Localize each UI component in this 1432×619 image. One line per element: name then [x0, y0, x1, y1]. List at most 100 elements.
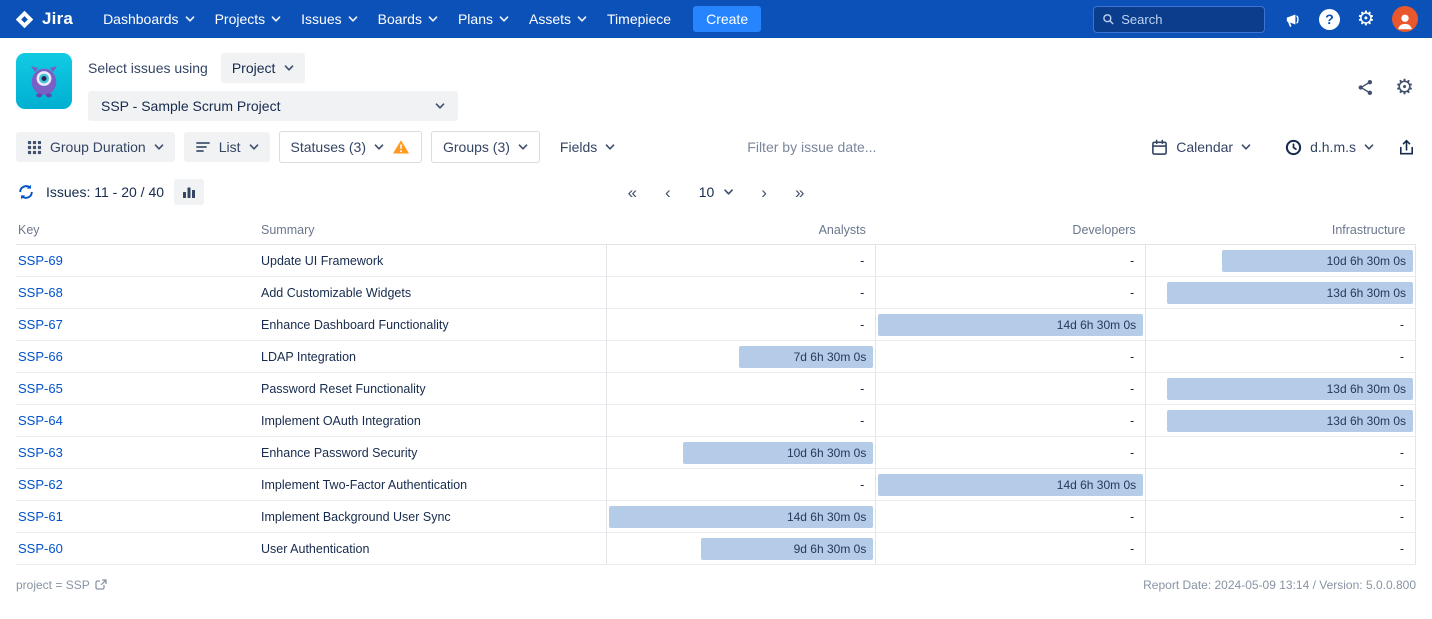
- nav-item-boards[interactable]: Boards: [368, 0, 448, 38]
- export-icon[interactable]: [1397, 138, 1416, 157]
- list-view-label: List: [219, 139, 241, 155]
- create-button[interactable]: Create: [693, 6, 761, 32]
- search-input[interactable]: [1121, 12, 1256, 27]
- empty-duration: -: [609, 286, 874, 300]
- calendar-button[interactable]: Calendar: [1140, 132, 1262, 163]
- nav-item-label: Dashboards: [103, 11, 179, 27]
- next-page-button[interactable]: ›: [761, 184, 767, 201]
- chevron-down-icon: [154, 144, 164, 151]
- brand-text: Jira: [42, 9, 73, 29]
- duration-cell-infrastructure: -: [1146, 501, 1416, 533]
- share-icon[interactable]: [1356, 78, 1375, 97]
- chevron-down-icon: [271, 16, 281, 23]
- nav-item-label: Issues: [301, 11, 341, 27]
- bar-chart-toggle-button[interactable]: [174, 179, 204, 205]
- column-header-developers[interactable]: Developers: [876, 217, 1146, 245]
- search-box[interactable]: [1093, 6, 1265, 33]
- settings-gear-icon[interactable]: ⚙: [1354, 7, 1378, 31]
- issue-key-link[interactable]: SSP-61: [18, 509, 63, 524]
- groups-filter-button[interactable]: Groups (3): [431, 131, 540, 163]
- nav-item-projects[interactable]: Projects: [205, 0, 292, 38]
- duration-bar: 10d 6h 30m 0s: [1222, 250, 1413, 272]
- group-duration-button[interactable]: Group Duration: [16, 132, 175, 162]
- issue-key-link[interactable]: SSP-66: [18, 349, 63, 364]
- pager-row: Issues: 11 - 20 / 40 « ‹ 10 › »: [0, 163, 1432, 207]
- duration-cell-infrastructure: -: [1146, 469, 1416, 501]
- duration-cell-analysts: -: [606, 277, 876, 309]
- chevron-down-icon: [1364, 144, 1374, 151]
- duration-cell-developers: 14d 6h 30m 0s: [876, 309, 1146, 341]
- empty-duration: -: [1148, 318, 1413, 332]
- first-page-button[interactable]: «: [628, 184, 637, 201]
- chevron-down-icon: [348, 16, 358, 23]
- empty-duration: -: [878, 286, 1143, 300]
- fields-button[interactable]: Fields: [549, 132, 626, 162]
- user-avatar[interactable]: [1392, 6, 1418, 32]
- list-view-button[interactable]: List: [184, 132, 270, 162]
- fields-label: Fields: [560, 139, 597, 155]
- duration-cell-infrastructure: -: [1146, 533, 1416, 565]
- page-size-value: 10: [699, 184, 715, 200]
- issue-key-link[interactable]: SSP-64: [18, 413, 63, 428]
- page-size-select[interactable]: 10: [699, 184, 734, 200]
- announcements-megaphone-icon[interactable]: [1281, 7, 1305, 31]
- nav-item-plans[interactable]: Plans: [448, 0, 519, 38]
- duration-cell-developers: 14d 6h 30m 0s: [876, 469, 1146, 501]
- column-header-infrastructure[interactable]: Infrastructure: [1146, 217, 1416, 245]
- duration-bar: 13d 6h 30m 0s: [1167, 378, 1413, 400]
- issue-key-link[interactable]: SSP-62: [18, 477, 63, 492]
- issue-key-link[interactable]: SSP-69: [18, 253, 63, 268]
- duration-bar: 10d 6h 30m 0s: [683, 442, 874, 464]
- chevron-down-icon: [374, 144, 384, 151]
- help-icon[interactable]: ?: [1319, 9, 1340, 30]
- duration-cell-analysts: -: [606, 309, 876, 341]
- column-header-key[interactable]: Key: [16, 217, 261, 245]
- chevron-down-icon: [435, 103, 445, 110]
- issue-summary: Implement Two-Factor Authentication: [261, 469, 606, 501]
- calendar-icon: [1151, 139, 1168, 156]
- duration-cell-analysts: 7d 6h 30m 0s: [606, 341, 876, 373]
- issue-date-filter-input[interactable]: Filter by issue date...: [747, 139, 876, 155]
- issue-key-link[interactable]: SSP-60: [18, 541, 63, 556]
- duration-cell-analysts: -: [606, 405, 876, 437]
- table-row: SSP-62 Implement Two-Factor Authenticatio…: [16, 469, 1416, 501]
- duration-bar: 7d 6h 30m 0s: [739, 346, 874, 368]
- duration-cell-infrastructure: -: [1146, 341, 1416, 373]
- refresh-icon[interactable]: [16, 182, 36, 202]
- duration-cell-infrastructure: 13d 6h 30m 0s: [1146, 405, 1416, 437]
- issue-key-link[interactable]: SSP-65: [18, 381, 63, 396]
- issue-source-select[interactable]: Project: [221, 53, 306, 83]
- issue-key-link[interactable]: SSP-68: [18, 285, 63, 300]
- chevron-down-icon: [499, 16, 509, 23]
- last-page-button[interactable]: »: [795, 184, 804, 201]
- duration-format-button[interactable]: d.h.m.s: [1274, 132, 1385, 163]
- duration-cell-infrastructure: 13d 6h 30m 0s: [1146, 277, 1416, 309]
- prev-page-button[interactable]: ‹: [665, 184, 671, 201]
- nav-item-dashboards[interactable]: Dashboards: [93, 0, 205, 38]
- nav-item-issues[interactable]: Issues: [291, 0, 367, 38]
- column-header-analysts[interactable]: Analysts: [606, 217, 876, 245]
- issue-key-link[interactable]: SSP-67: [18, 317, 63, 332]
- duration-cell-infrastructure: -: [1146, 309, 1416, 341]
- empty-duration: -: [609, 382, 874, 396]
- issue-key-link[interactable]: SSP-63: [18, 445, 63, 460]
- duration-bar: 14d 6h 30m 0s: [878, 474, 1143, 496]
- header-actions: ⚙: [1356, 77, 1414, 98]
- empty-duration: -: [609, 414, 874, 428]
- column-header-summary[interactable]: Summary: [261, 217, 606, 245]
- nav-item-timepiece[interactable]: Timepiece: [597, 0, 681, 38]
- duration-cell-analysts: -: [606, 245, 876, 277]
- jira-logo[interactable]: Jira: [14, 9, 73, 30]
- report-header: Select issues using Project SSP - Sample…: [0, 38, 1432, 125]
- report-settings-gear-icon[interactable]: ⚙: [1395, 77, 1414, 98]
- duration-bar: 13d 6h 30m 0s: [1167, 410, 1413, 432]
- jql-filter-link[interactable]: project = SSP: [16, 578, 107, 592]
- empty-duration: -: [1148, 542, 1413, 556]
- empty-duration: -: [1148, 510, 1413, 524]
- project-select[interactable]: SSP - Sample Scrum Project: [88, 91, 458, 121]
- nav-item-label: Projects: [215, 11, 266, 27]
- issue-summary: Add Customizable Widgets: [261, 277, 606, 309]
- statuses-filter-button[interactable]: Statuses (3): [279, 131, 422, 163]
- report-footer: project = SSP Report Date: 2024-05-09 13…: [0, 565, 1432, 605]
- nav-item-assets[interactable]: Assets: [519, 0, 597, 38]
